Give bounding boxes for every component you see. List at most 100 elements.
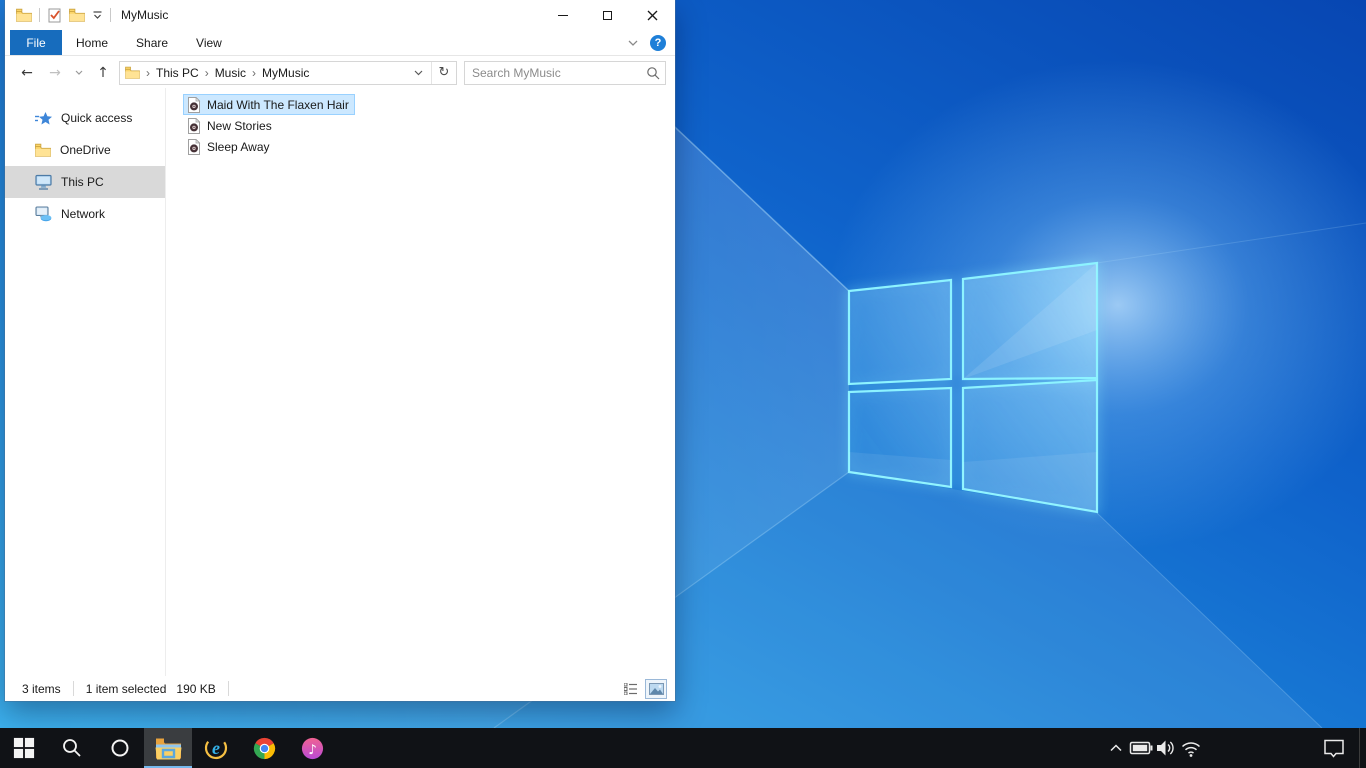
folder-icon — [125, 66, 140, 79]
address-bar[interactable]: › This PC › Music › MyMusic ↻ — [119, 60, 457, 85]
sidebar-item-onedrive[interactable]: OneDrive — [5, 134, 165, 166]
file-name: New Stories — [207, 118, 272, 133]
show-desktop-button[interactable] — [1359, 728, 1360, 768]
breadcrumb-this-pc[interactable]: This PC — [156, 66, 199, 80]
search-input[interactable] — [465, 61, 665, 84]
tab-view[interactable]: View — [182, 30, 236, 55]
sidebar-item-label: OneDrive — [60, 143, 111, 157]
separator — [110, 8, 111, 22]
breadcrumb-separator: › — [146, 65, 150, 80]
search-icon — [63, 739, 81, 757]
chrome-button[interactable] — [240, 728, 288, 768]
cortana-circle-icon — [111, 739, 129, 757]
action-center-icon — [1324, 739, 1344, 758]
network-wifi-button[interactable] — [1178, 728, 1203, 768]
file-name: Maid With The Flaxen Hair — [207, 97, 349, 112]
breadcrumb-mymusic[interactable]: MyMusic — [262, 66, 309, 80]
sidebar-item-label: This PC — [61, 175, 104, 189]
close-button[interactable] — [630, 0, 675, 30]
details-view-button[interactable] — [620, 679, 642, 699]
system-tray — [1103, 728, 1366, 768]
title-bar[interactable]: MyMusic — [5, 0, 675, 30]
action-center-button[interactable] — [1315, 728, 1353, 768]
sidebar-item-label: Network — [61, 207, 106, 221]
separator — [227, 681, 229, 696]
itunes-button[interactable]: ♪ — [288, 728, 336, 768]
svg-text:♪: ♪ — [308, 742, 317, 757]
expand-ribbon-chevron-icon[interactable] — [628, 40, 638, 46]
taskbar-file-explorer-button[interactable] — [144, 728, 192, 768]
desktop: MyMusic File Home Share View ? ← → ↑ › T… — [0, 0, 1366, 768]
file-item-new-stories[interactable]: New Stories — [183, 115, 278, 136]
help-button[interactable]: ? — [650, 35, 666, 51]
properties-check-icon[interactable] — [47, 8, 62, 23]
forward-button[interactable]: → — [41, 60, 69, 86]
battery-button[interactable] — [1128, 728, 1153, 768]
navigation-bar: ← → ↑ › This PC › Music › MyMusic ↻ — [5, 57, 675, 88]
wifi-icon — [1181, 742, 1200, 757]
tab-home[interactable]: Home — [62, 30, 122, 55]
file-item-sleep-away[interactable]: Sleep Away — [183, 136, 276, 157]
tab-file[interactable]: File — [10, 30, 62, 55]
navigation-pane: Quick access OneDrive This PC Network — [5, 88, 165, 676]
itunes-icon: ♪ — [301, 737, 323, 759]
sidebar-item-this-pc[interactable]: This PC — [5, 166, 165, 198]
file-explorer-window: MyMusic File Home Share View ? ← → ↑ › T… — [5, 0, 675, 701]
file-name: Sleep Away — [207, 139, 270, 154]
tab-share[interactable]: Share — [122, 30, 182, 55]
sidebar-item-label: Quick access — [61, 111, 133, 125]
search-icon[interactable] — [646, 66, 660, 80]
explorer-body: Quick access OneDrive This PC Network Ma… — [5, 88, 675, 676]
battery-icon — [1129, 741, 1152, 755]
taskbar: e ♪ — [0, 728, 1366, 768]
audio-file-icon — [186, 118, 202, 134]
back-button[interactable]: ← — [13, 60, 41, 86]
windows-start-icon — [13, 737, 35, 759]
quick-access-star-icon — [35, 111, 52, 124]
new-folder-icon[interactable] — [69, 8, 85, 22]
sidebar-item-network[interactable]: Network — [5, 198, 165, 230]
breadcrumb-separator: › — [252, 65, 257, 80]
breadcrumb-music[interactable]: Music — [215, 66, 246, 80]
caption-buttons — [540, 0, 675, 30]
show-hidden-icons-button[interactable] — [1103, 728, 1128, 768]
thumbnails-view-button[interactable] — [645, 678, 667, 699]
file-explorer-icon — [155, 738, 181, 759]
audio-file-icon — [186, 139, 202, 155]
file-list: Maid With The Flaxen Hair New Stories Sl… — [183, 94, 355, 157]
search-box[interactable] — [464, 60, 666, 85]
close-icon — [647, 10, 658, 20]
separator — [72, 681, 74, 696]
speaker-icon — [1156, 740, 1174, 756]
file-item-maid-with-the-flaxen-hair[interactable]: Maid With The Flaxen Hair — [183, 94, 355, 115]
svg-text:e: e — [212, 738, 220, 758]
sidebar-item-quick-access[interactable]: Quick access — [5, 102, 165, 134]
customize-quick-access-chevron-icon[interactable] — [92, 10, 103, 21]
folder-icon — [16, 8, 32, 22]
thumbnails-view-icon — [648, 682, 664, 695]
network-icon — [35, 206, 52, 222]
up-button[interactable]: ↑ — [89, 60, 117, 86]
internet-explorer-button[interactable]: e — [192, 728, 240, 768]
chrome-icon — [253, 737, 275, 759]
details-view-icon — [624, 682, 637, 695]
cortana-button[interactable] — [96, 728, 144, 768]
pane-divider — [165, 88, 166, 676]
volume-button[interactable] — [1153, 728, 1178, 768]
taskbar-search-button[interactable] — [48, 728, 96, 768]
chevron-up-icon — [1109, 744, 1122, 752]
address-dropdown-chevron-icon[interactable] — [414, 70, 423, 76]
minimize-icon — [557, 14, 568, 16]
this-pc-icon — [35, 174, 52, 190]
items-count: 3 items — [22, 681, 61, 696]
refresh-button[interactable]: ↻ — [432, 65, 456, 80]
recent-locations-chevron-icon[interactable] — [69, 60, 89, 86]
status-bar: 3 items 1 item selected 190 KB — [5, 676, 675, 701]
internet-explorer-icon: e — [204, 736, 228, 760]
maximize-button[interactable] — [585, 0, 630, 30]
window-title: MyMusic — [121, 8, 169, 22]
start-button[interactable] — [0, 728, 48, 768]
separator — [39, 8, 40, 22]
audio-file-icon — [186, 97, 202, 113]
minimize-button[interactable] — [540, 0, 585, 30]
